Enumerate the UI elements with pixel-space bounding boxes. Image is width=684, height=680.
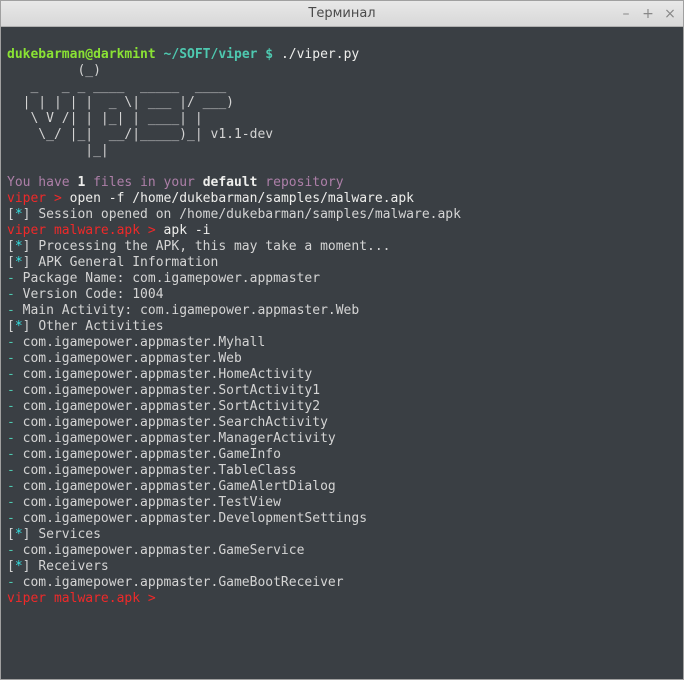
ascii-art-line: |_|: [7, 143, 109, 158]
activity-item: com.igamepower.appmaster.SortActivity2: [15, 399, 320, 414]
activity-item: com.igamepower.appmaster.SortActivity1: [15, 383, 320, 398]
section-header: [*] Other Activities: [7, 319, 164, 334]
maximize-icon[interactable]: +: [641, 7, 655, 21]
viper-prompt-a: viper: [7, 591, 46, 606]
info-line: - Main Activity: com.igamepower.appmaste…: [7, 303, 359, 318]
hdr-general: APK General Information: [38, 255, 218, 270]
section-header: [*] Receivers: [7, 559, 109, 574]
repo-status-line: You have 1 files in your default reposit…: [7, 175, 344, 190]
service-item: com.igamepower.appmaster.GameService: [15, 543, 305, 558]
window-title: Терминал: [308, 6, 375, 21]
list-item: - com.igamepower.appmaster.GameBootRecei…: [7, 575, 344, 590]
repo-post: repository: [257, 175, 343, 190]
shell-command: ./viper.py: [281, 47, 359, 62]
activity-item: com.igamepower.appmaster.GameAlertDialog: [15, 479, 336, 494]
prompt-userhost: dukebarman@darkmint: [7, 47, 156, 62]
ascii-art-line: _ _ _ ____ _____ ____: [7, 79, 226, 94]
list-item: - com.igamepower.appmaster.GameAlertDial…: [7, 479, 336, 494]
viper-prompt-a: viper: [7, 223, 46, 238]
list-item: - com.igamepower.appmaster.Web: [7, 351, 242, 366]
hdr-other: Other Activities: [38, 319, 163, 334]
pkg-name: Package Name: com.igamepower.appmaster: [15, 271, 320, 286]
activity-item: com.igamepower.appmaster.TestView: [15, 495, 281, 510]
list-item: - com.igamepower.appmaster.Myhall: [7, 335, 265, 350]
repo-default: default: [203, 175, 258, 190]
activity-item: com.igamepower.appmaster.TableClass: [15, 463, 297, 478]
shell-prompt-line: dukebarman@darkmint ~/SOFT/viper $ ./vip…: [7, 47, 359, 62]
viper-prompt-line: viper > open -f /home/dukebarman/samples…: [7, 191, 414, 206]
activity-item: com.igamepower.appmaster.DevelopmentSett…: [15, 511, 367, 526]
session-msg: Session opened on /home/dukebarman/sampl…: [38, 207, 461, 222]
activity-item: com.igamepower.appmaster.Myhall: [15, 335, 265, 350]
version-code: Version Code: 1004: [15, 287, 164, 302]
list-item: - com.igamepower.appmaster.SortActivity2: [7, 399, 320, 414]
list-item: - com.igamepower.appmaster.ManagerActivi…: [7, 431, 336, 446]
activity-item: com.igamepower.appmaster.SearchActivity: [15, 415, 328, 430]
viper-prompt-line[interactable]: viper malware.apk >: [7, 591, 164, 606]
list-item: - com.igamepower.appmaster.SortActivity1: [7, 383, 320, 398]
viper-cmd-open: open -f /home/dukebarman/samples/malware…: [62, 191, 414, 206]
section-header: [*] APK General Information: [7, 255, 218, 270]
close-icon[interactable]: ×: [663, 7, 677, 21]
activity-item: com.igamepower.appmaster.HomeActivity: [15, 367, 312, 382]
terminal-body[interactable]: dukebarman@darkmint ~/SOFT/viper $ ./vip…: [1, 27, 683, 679]
terminal-window: Терминал – + × dukebarman@darkmint ~/SOF…: [0, 0, 684, 680]
processing-line: [*] Processing the APK, this may take a …: [7, 239, 391, 254]
ascii-art-line: \ V /| | |_| | ____| |: [7, 111, 203, 126]
list-item: - com.igamepower.appmaster.TestView: [7, 495, 281, 510]
activity-item: com.igamepower.appmaster.ManagerActivity: [15, 431, 336, 446]
processing-msg: Processing the APK, this may take a mome…: [38, 239, 390, 254]
viper-prompt: viper >: [7, 191, 62, 206]
repo-pre: You have: [7, 175, 77, 190]
ascii-art-line: | | | | | _ \| ___ |/ ___): [7, 95, 234, 110]
prompt-sep: $: [265, 47, 273, 62]
ascii-art-line: \_/ |_| __/|_____)_| v1.1-dev: [7, 127, 273, 142]
viper-prompt-line: viper malware.apk > apk -i: [7, 223, 211, 238]
list-item: - com.igamepower.appmaster.HomeActivity: [7, 367, 312, 382]
activity-item: com.igamepower.appmaster.GameInfo: [15, 447, 281, 462]
window-controls: – + ×: [619, 7, 677, 21]
list-item: - com.igamepower.appmaster.SearchActivit…: [7, 415, 328, 430]
receiver-item: com.igamepower.appmaster.GameBootReceive…: [15, 575, 344, 590]
viper-cmd-apk: apk -i: [156, 223, 211, 238]
viper-prompt-b: malware.apk >: [46, 591, 163, 606]
activity-item: com.igamepower.appmaster.Web: [15, 351, 242, 366]
info-line: - Version Code: 1004: [7, 287, 164, 302]
viper-prompt-b: malware.apk >: [46, 223, 156, 238]
minimize-icon[interactable]: –: [619, 7, 633, 21]
ascii-art-line: (_): [7, 63, 101, 78]
info-line: - Package Name: com.igamepower.appmaster: [7, 271, 320, 286]
hdr-receivers: Receivers: [38, 559, 108, 574]
session-line: [*] Session opened on /home/dukebarman/s…: [7, 207, 461, 222]
list-item: - com.igamepower.appmaster.GameService: [7, 543, 304, 558]
repo-mid: files in your: [85, 175, 202, 190]
prompt-path: ~/SOFT/viper: [164, 47, 258, 62]
list-item: - com.igamepower.appmaster.TableClass: [7, 463, 297, 478]
list-item: - com.igamepower.appmaster.DevelopmentSe…: [7, 511, 367, 526]
main-activity: Main Activity: com.igamepower.appmaster.…: [15, 303, 359, 318]
hdr-services: Services: [38, 527, 101, 542]
list-item: - com.igamepower.appmaster.GameInfo: [7, 447, 281, 462]
titlebar[interactable]: Терминал – + ×: [1, 1, 683, 27]
section-header: [*] Services: [7, 527, 101, 542]
